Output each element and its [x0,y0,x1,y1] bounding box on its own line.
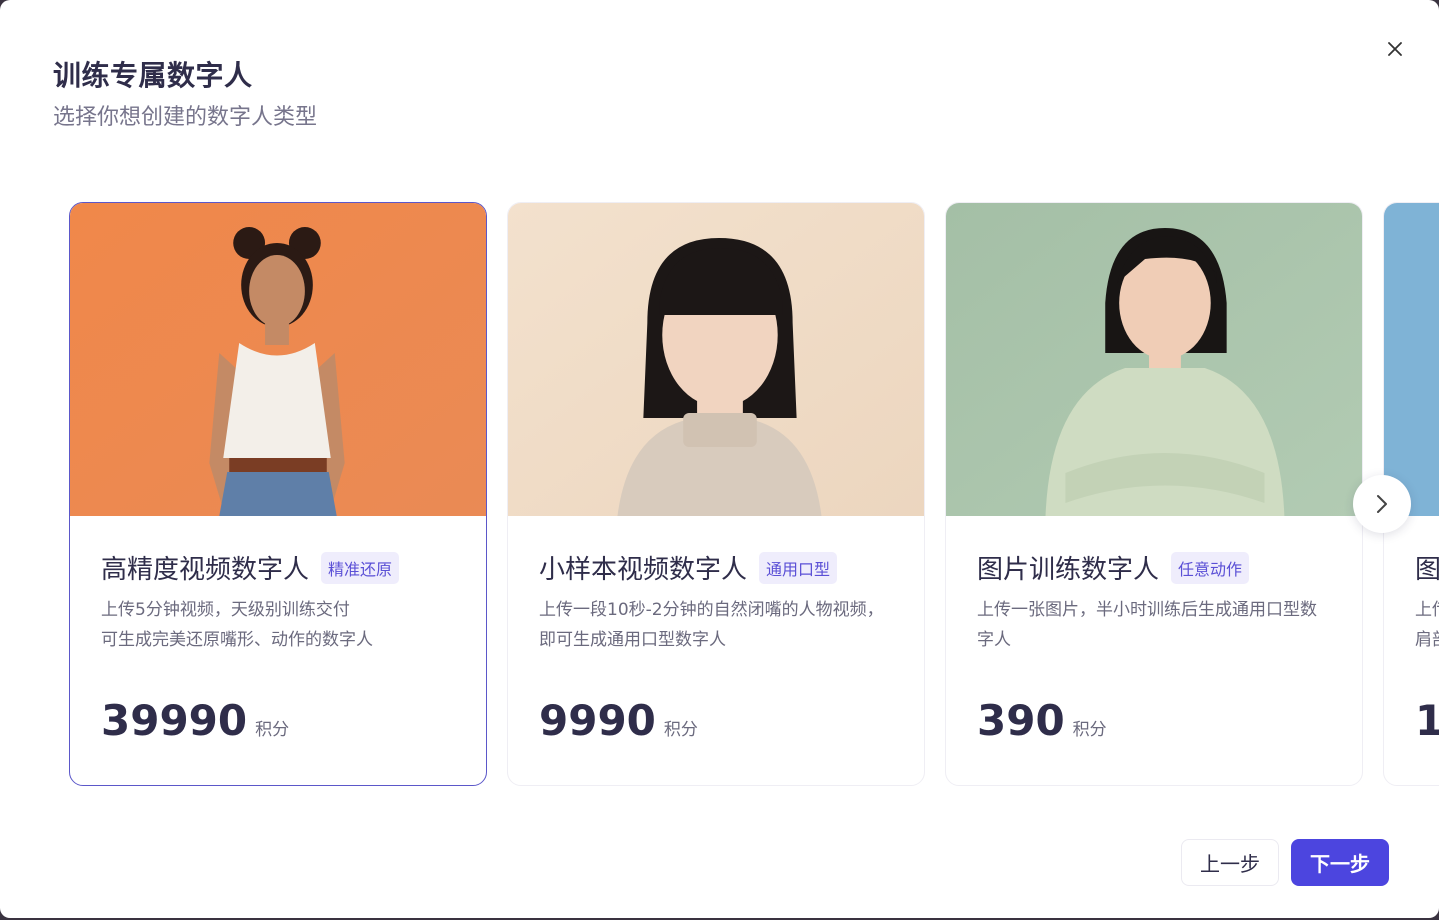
avatar-photo [508,203,924,516]
card-image-training[interactable]: 图片训练数字人 任意动作 上传一张图片，半小时训练后生成通用口型数字人 390 … [945,202,1363,786]
chevron-right-icon [1377,495,1387,513]
card-title-row: 高精度视频数字人 精准还原 [101,549,400,586]
dialog-subtitle: 选择你想创建的数字人类型 [53,105,318,130]
card-carousel: 高精度视频数字人 精准还原 上传5分钟视频，天级别训练交付 可生成完美还原嘴形、… [69,202,1439,788]
card-title: 图片训练数字人 [977,555,1160,585]
avatar-photo [946,203,1362,516]
card-title-row: 小样本视频数字人 通用口型 [539,549,838,586]
close-button[interactable] [1380,34,1410,64]
prev-step-button[interactable]: 上一步 [1181,839,1279,886]
card-description: 上传一张图片，半小时训练后生成通用口型数字人 [977,600,1317,650]
avatar-photo [70,203,486,516]
card-price: 1 [1415,696,1439,745]
price-unit: 积分 [663,720,698,740]
card-description: 上传一段10秒-2分钟的自然闭嘴的人物视频，即可生成通用口型数字人 [539,600,884,650]
price-row: 390 积分 [977,696,1107,745]
card-price: 39990 [101,696,248,745]
next-step-button[interactable]: 下一步 [1291,839,1389,886]
card-small-sample-video[interactable]: 小样本视频数字人 通用口型 上传一段10秒-2分钟的自然闭嘴的人物视频，即可生成… [507,202,925,786]
price-row: 39990 积分 [101,696,289,745]
avatar-photo [1384,203,1439,516]
card-title: 小样本视频数字人 [539,555,748,585]
price-unit: 积分 [255,720,290,740]
train-digital-human-dialog: 训练专属数字人 选择你想创建的数字人类型 高精度视频数字人 精准还原 上传5分钟… [0,0,1439,918]
price-row: 9990 积分 [539,696,698,745]
card-tag: 精准还原 [321,551,400,584]
card-title-row: 图片训练数字人 任意动作 [977,549,1250,586]
card-tag: 任意动作 [1171,551,1250,584]
dialog-title: 训练专属数字人 [53,59,253,92]
card-title-row: 图 [1415,549,1439,586]
card-price: 9990 [539,696,656,745]
price-row: 1 [1415,696,1439,745]
card-tag: 通用口型 [759,551,838,584]
card-title: 图 [1415,555,1439,585]
card-title: 高精度视频数字人 [101,555,310,585]
card-high-precision-video[interactable]: 高精度视频数字人 精准还原 上传5分钟视频，天级别训练交付 可生成完美还原嘴形、… [69,202,487,786]
price-unit: 积分 [1072,720,1107,740]
card-description: 上传5分钟视频，天级别训练交付 可生成完美还原嘴形、动作的数字人 [101,600,373,650]
card-description: 上传 肩部 [1415,600,1439,650]
carousel-next-button[interactable] [1353,475,1411,533]
card-price: 390 [977,696,1065,745]
close-icon [1388,42,1402,56]
